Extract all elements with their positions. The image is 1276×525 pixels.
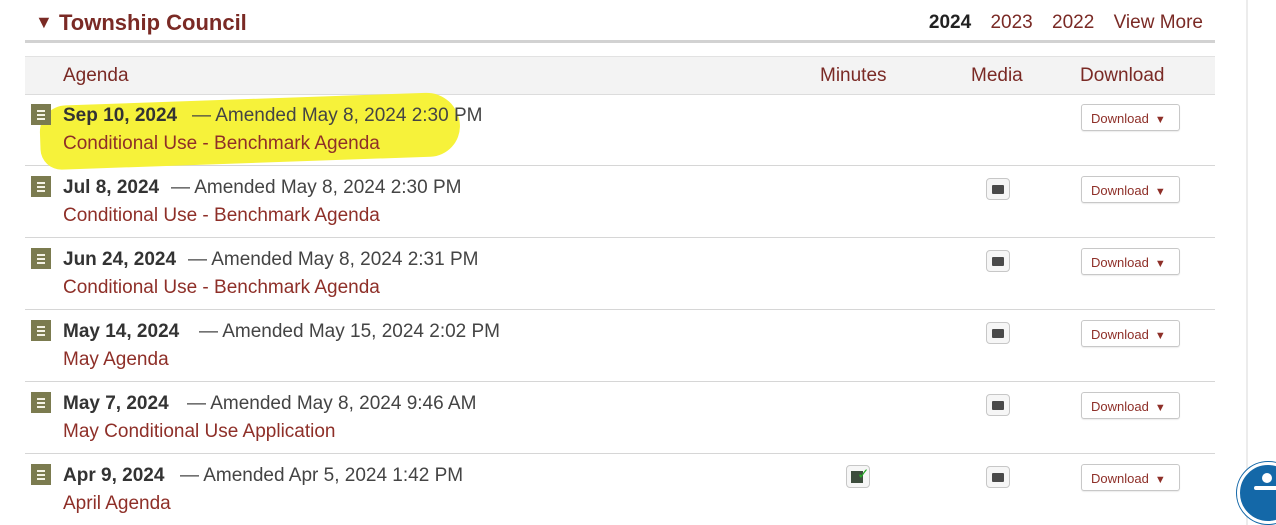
meeting-date: May 7, 2024 xyxy=(63,393,169,414)
amended-text: — Amended May 8, 2024 2:30 PM xyxy=(192,105,483,126)
amended-text: — Amended May 8, 2024 2:31 PM xyxy=(188,249,479,270)
download-button[interactable]: Download ▼ xyxy=(1081,104,1180,131)
year-link-2022[interactable]: 2022 xyxy=(1052,12,1094,33)
column-agenda: Agenda xyxy=(63,65,129,86)
video-media-icon[interactable] xyxy=(986,322,1010,344)
accessibility-icon[interactable] xyxy=(1237,462,1276,524)
section-title[interactable]: Township Council xyxy=(59,10,247,36)
video-media-icon[interactable] xyxy=(986,178,1010,200)
agenda-document-icon xyxy=(31,464,51,485)
amended-text: — Amended May 8, 2024 2:30 PM xyxy=(171,177,462,198)
year-link-2023[interactable]: 2023 xyxy=(990,12,1032,33)
caret-down-icon: ▼ xyxy=(1154,474,1166,486)
table-row: May 7, 2024 — Amended May 8, 2024 9:46 A… xyxy=(25,382,1215,454)
download-button[interactable]: Download ▼ xyxy=(1081,176,1180,203)
agenda-link[interactable]: Conditional Use - Benchmark Agenda xyxy=(63,277,380,299)
amended-text: — Amended May 15, 2024 2:02 PM xyxy=(199,321,501,342)
column-minutes: Minutes xyxy=(820,65,887,86)
table-row: Apr 9, 2024 — Amended Apr 5, 2024 1:42 P… xyxy=(25,454,1215,525)
caret-down-icon: ▼ xyxy=(1154,186,1166,198)
meeting-date: Jul 8, 2024 xyxy=(63,177,160,198)
section-header: ▼ Township Council 2024 2023 2022 View M… xyxy=(25,0,1215,43)
agenda-document-icon xyxy=(31,320,51,341)
caret-down-icon: ▼ xyxy=(1154,258,1166,270)
column-media: Media xyxy=(971,65,1023,86)
collapse-toggle-icon[interactable]: ▼ xyxy=(35,12,53,33)
video-media-icon[interactable] xyxy=(986,394,1010,416)
year-current: 2024 xyxy=(928,12,972,33)
yellow-highlight-mark xyxy=(39,91,461,171)
agenda-link[interactable]: Conditional Use - Benchmark Agenda xyxy=(63,133,380,155)
agenda-link[interactable]: May Conditional Use Application xyxy=(63,421,336,443)
video-media-icon[interactable] xyxy=(986,466,1010,488)
meeting-date: Jun 24, 2024 xyxy=(63,249,177,270)
year-filter: 2024 2023 2022 View More xyxy=(915,12,1203,34)
agenda-document-icon xyxy=(31,176,51,197)
view-more-link[interactable]: View More xyxy=(1114,12,1203,33)
minutes-checked-icon[interactable] xyxy=(846,465,870,488)
agenda-link[interactable]: Conditional Use - Benchmark Agenda xyxy=(63,205,380,227)
table-row: Jun 24, 2024 — Amended May 8, 2024 2:31 … xyxy=(25,238,1215,310)
table-row: May 14, 2024 — Amended May 15, 2024 2:02… xyxy=(25,310,1215,382)
agenda-document-icon xyxy=(31,104,51,125)
amended-text: — Amended Apr 5, 2024 1:42 PM xyxy=(180,465,464,486)
table-header: Agenda Minutes Media Download xyxy=(25,56,1215,95)
download-button[interactable]: Download ▼ xyxy=(1081,392,1180,419)
download-button[interactable]: Download ▼ xyxy=(1081,464,1180,491)
column-download: Download xyxy=(1080,65,1165,86)
agenda-document-icon xyxy=(31,392,51,413)
caret-down-icon: ▼ xyxy=(1154,402,1166,414)
table-row: Sep 10, 2024 — Amended May 8, 2024 2:30 … xyxy=(25,91,1215,171)
meeting-date: May 14, 2024 xyxy=(63,321,180,342)
download-button[interactable]: Download ▼ xyxy=(1081,320,1180,347)
page-edge-divider xyxy=(1246,0,1248,525)
agenda-link[interactable]: May Agenda xyxy=(63,349,169,371)
meeting-date: Sep 10, 2024 xyxy=(63,105,178,126)
agenda-document-icon xyxy=(31,248,51,269)
caret-down-icon: ▼ xyxy=(1154,114,1166,126)
table-row: Jul 8, 2024 — Amended May 8, 2024 2:30 P… xyxy=(25,166,1215,238)
amended-text: — Amended May 8, 2024 9:46 AM xyxy=(187,393,477,414)
meeting-date: Apr 9, 2024 xyxy=(63,465,165,486)
download-button[interactable]: Download ▼ xyxy=(1081,248,1180,275)
video-media-icon[interactable] xyxy=(986,250,1010,272)
caret-down-icon: ▼ xyxy=(1154,330,1166,342)
agenda-link[interactable]: April Agenda xyxy=(63,493,171,515)
